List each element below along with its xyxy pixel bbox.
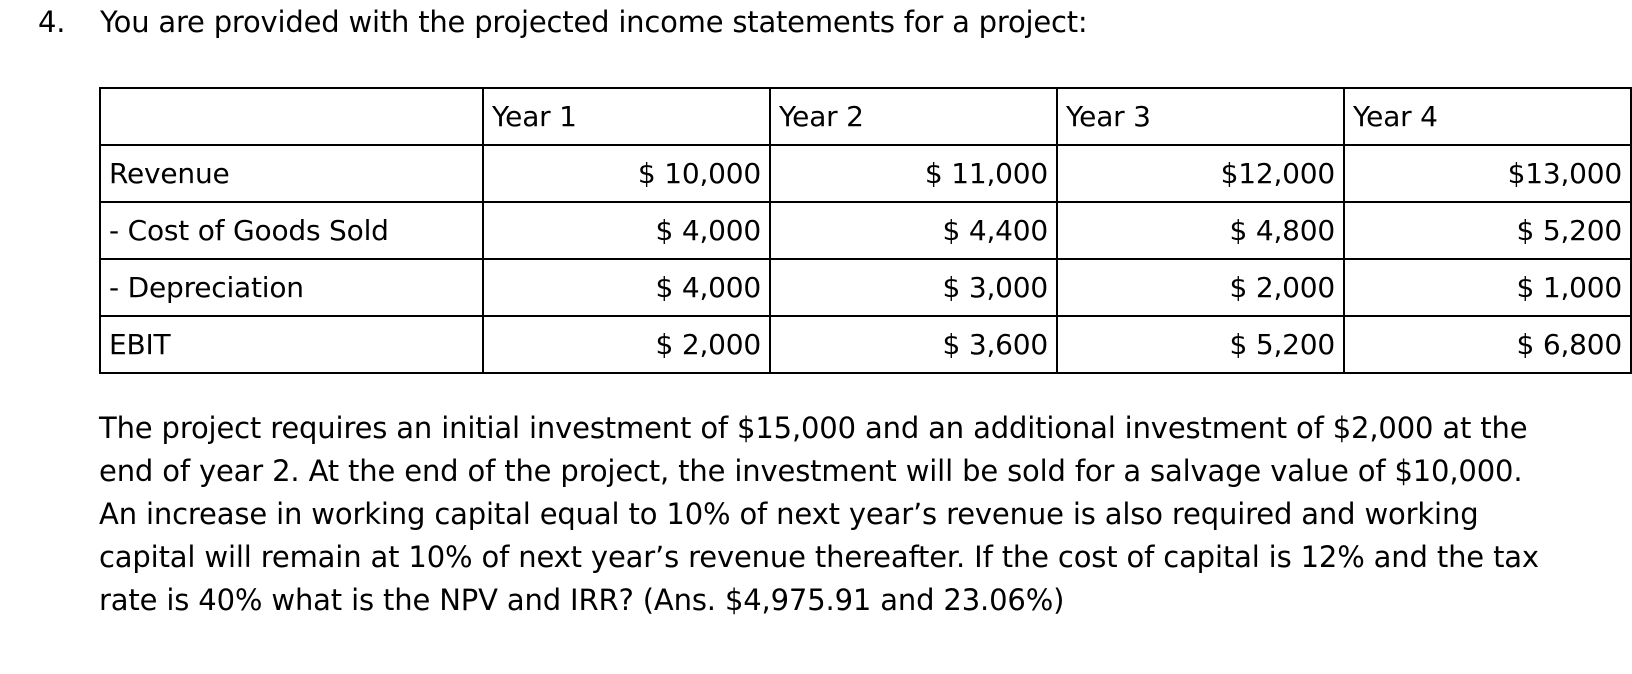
paragraph-line: The project requires an initial investme… — [99, 411, 1528, 445]
paragraph-line: capital will remain at 10% of next year’… — [99, 540, 1539, 574]
cell-ebit-year-1: $ 2,000 — [482, 315, 771, 374]
column-header-year-2: Year 2 — [769, 87, 1058, 146]
column-header-year-4: Year 4 — [1343, 87, 1632, 146]
income-statement-table: Year 1 Year 2 Year 3 Year 4 Revenue $ 10… — [99, 87, 1632, 374]
row-label-depreciation: - Depreciation — [99, 258, 484, 317]
cell-revenue-year-2: $ 11,000 — [769, 144, 1058, 203]
paragraph-line: An increase in working capital equal to … — [99, 497, 1479, 531]
cell-ebit-year-2: $ 3,600 — [769, 315, 1058, 374]
question-number: 4. — [38, 5, 66, 39]
worksheet-page: 4. You are provided with the projected i… — [0, 0, 1632, 674]
cell-revenue-year-4: $13,000 — [1343, 144, 1632, 203]
paragraph-line-answer: rate is 40% what is the NPV and IRR? (An… — [99, 583, 1065, 617]
table-corner-cell — [99, 87, 484, 146]
cell-revenue-year-3: $12,000 — [1056, 144, 1345, 203]
cell-revenue-year-1: $ 10,000 — [482, 144, 771, 203]
cell-cogs-year-3: $ 4,800 — [1056, 201, 1345, 260]
question-header: 4. You are provided with the projected i… — [38, 2, 1088, 42]
row-label-cost-of-goods-sold: - Cost of Goods Sold — [99, 201, 484, 260]
column-header-year-1: Year 1 — [482, 87, 771, 146]
table-header-row: Year 1 Year 2 Year 3 Year 4 — [99, 87, 1632, 146]
row-label-ebit: EBIT — [99, 315, 484, 374]
cell-depreciation-year-3: $ 2,000 — [1056, 258, 1345, 317]
income-statement-table-wrapper: Year 1 Year 2 Year 3 Year 4 Revenue $ 10… — [99, 87, 1632, 374]
column-header-year-3: Year 3 — [1056, 87, 1345, 146]
paragraph-line: end of year 2. At the end of the project… — [99, 454, 1523, 488]
cell-ebit-year-3: $ 5,200 — [1056, 315, 1345, 374]
cell-cogs-year-4: $ 5,200 — [1343, 201, 1632, 260]
cell-ebit-year-4: $ 6,800 — [1343, 315, 1632, 374]
table-row: - Depreciation $ 4,000 $ 3,000 $ 2,000 $… — [99, 258, 1632, 317]
cell-depreciation-year-1: $ 4,000 — [482, 258, 771, 317]
table-row: - Cost of Goods Sold $ 4,000 $ 4,400 $ 4… — [99, 201, 1632, 260]
table-row: Revenue $ 10,000 $ 11,000 $12,000 $13,00… — [99, 144, 1632, 203]
question-body-paragraph: The project requires an initial investme… — [99, 407, 1551, 622]
row-label-revenue: Revenue — [99, 144, 484, 203]
cell-cogs-year-1: $ 4,000 — [482, 201, 771, 260]
cell-cogs-year-2: $ 4,400 — [769, 201, 1058, 260]
question-prompt: You are provided with the projected inco… — [100, 5, 1088, 39]
cell-depreciation-year-4: $ 1,000 — [1343, 258, 1632, 317]
table-row: EBIT $ 2,000 $ 3,600 $ 5,200 $ 6,800 — [99, 315, 1632, 374]
cell-depreciation-year-2: $ 3,000 — [769, 258, 1058, 317]
